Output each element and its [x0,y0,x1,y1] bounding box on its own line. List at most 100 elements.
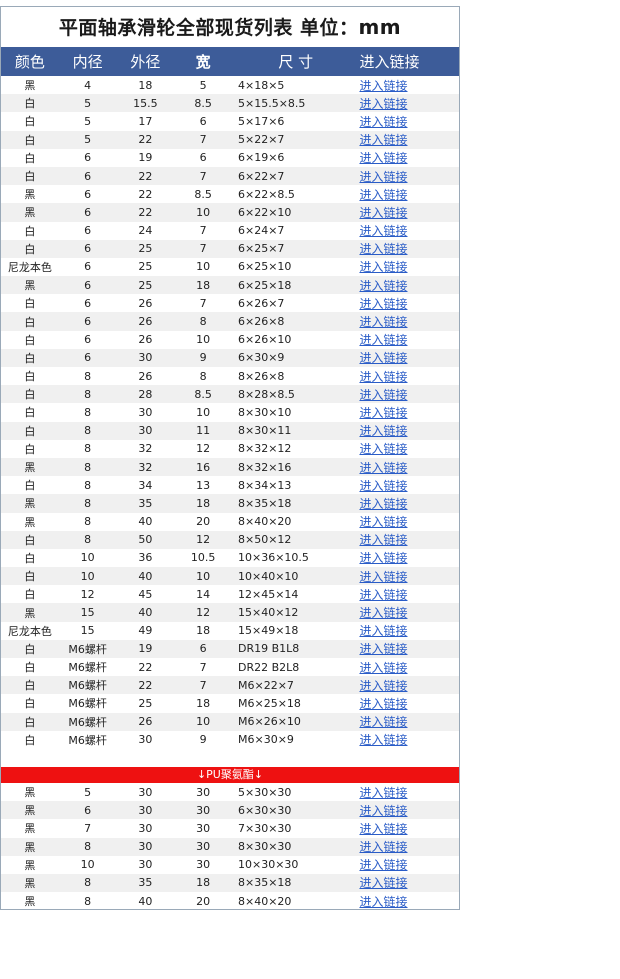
product-link[interactable]: 进入链接 [359,133,407,147]
product-link[interactable]: 进入链接 [359,804,407,818]
cell-width: 30 [196,821,211,835]
cell-width: 10.5 [190,551,216,565]
product-link[interactable]: 进入链接 [359,642,407,656]
table-row: 白 M6螺杆 19 6 DR19 B1L8 进入链接 [1,639,459,658]
cell-inner-diameter: 15 [80,606,95,620]
product-link[interactable]: 进入链接 [359,876,407,890]
product-link[interactable]: 进入链接 [359,679,407,693]
cell-inner-diameter: 8 [84,442,92,456]
cell-inner-diameter: 8 [84,405,92,419]
cell-outer-diameter: 22 [138,205,153,219]
table-row: 白 6 26 8 6×26×8 进入链接 [1,312,459,331]
cell-width: 18 [196,696,211,710]
product-link[interactable]: 进入链接 [359,333,407,347]
cell-color: 白 [24,642,36,656]
cell-link: 进入链接 [359,568,459,585]
product-link[interactable]: 进入链接 [359,115,407,129]
cell-link: 进入链接 [359,495,459,512]
table-row: 黑 6 22 10 6×22×10 进入链接 [1,203,459,222]
product-link[interactable]: 进入链接 [359,895,407,909]
product-link[interactable]: 进入链接 [359,224,407,238]
table-row: 白 5 17 6 5×17×6 进入链接 [1,112,459,130]
cell-color: 黑 [24,497,36,511]
cell-inner-diameter: 6 [84,205,92,219]
cell-link: 进入链接 [359,349,459,366]
table-row: 白 M6螺杆 30 9 M6×30×9 进入链接 [1,731,459,749]
cell-size: 12×45×14 [238,587,299,601]
header-width: 宽 [195,53,211,71]
product-link[interactable]: 进入链接 [359,786,407,800]
product-link[interactable]: 进入链接 [359,97,407,111]
product-link[interactable]: 进入链接 [359,151,407,165]
cell-color: 黑 [24,206,36,220]
product-link[interactable]: 进入链接 [359,297,407,311]
table-row: 黑 8 35 18 8×35×18 进入链接 [1,494,459,513]
product-link[interactable]: 进入链接 [359,733,407,747]
cell-outer-diameter: 28 [138,387,153,401]
cell-link: 进入链接 [359,204,459,221]
cell-inner-diameter: 5 [84,96,92,110]
product-link[interactable]: 进入链接 [359,822,407,836]
product-link[interactable]: 进入链接 [359,424,407,438]
table-row: 黑 6 25 18 6×25×18 进入链接 [1,276,459,295]
cell-outer-diameter: 22 [138,187,153,201]
product-link[interactable]: 进入链接 [359,461,407,475]
product-link[interactable]: 进入链接 [359,497,407,511]
cell-width: 30 [196,840,211,854]
cell-width: 7 [199,678,207,692]
product-link[interactable]: 进入链接 [359,279,407,293]
product-link[interactable]: 进入链接 [359,551,407,565]
table-row: 白 5 15.5 8.5 5×15.5×8.5 进入链接 [1,94,459,113]
cell-link: 进入链接 [359,586,459,603]
cell-color: 白 [24,733,36,747]
product-link[interactable]: 进入链接 [359,840,407,854]
product-link[interactable]: 进入链接 [359,315,407,329]
product-link[interactable]: 进入链接 [359,606,407,620]
cell-inner-diameter: M6螺杆 [68,642,107,656]
cell-width: 13 [196,478,211,492]
product-link[interactable]: 进入链接 [359,588,407,602]
product-link[interactable]: 进入链接 [359,442,407,456]
product-link[interactable]: 进入链接 [359,570,407,584]
cell-outer-diameter: 40 [138,515,153,529]
product-link[interactable]: 进入链接 [359,370,407,384]
cell-inner-diameter: 6 [84,224,92,238]
cell-outer-diameter: 26 [138,715,153,729]
cell-width: 11 [196,424,211,438]
cell-size: 8×35×18 [238,876,292,890]
product-link[interactable]: 进入链接 [359,533,407,547]
product-link[interactable]: 进入链接 [359,188,407,202]
cell-color: 白 [24,333,36,347]
cell-width: 30 [196,858,211,872]
cell-inner-diameter: 4 [84,78,92,92]
table-row: 白 6 25 7 6×25×7 进入链接 [1,239,459,258]
cell-inner-diameter: 8 [84,894,92,908]
cell-color: 尼龙本色 [7,260,52,274]
cell-width: 20 [196,515,211,529]
product-link[interactable]: 进入链接 [359,661,407,675]
cell-inner-diameter: 5 [84,785,92,799]
product-link[interactable]: 进入链接 [359,624,407,638]
cell-inner-diameter: 6 [84,296,92,310]
product-link[interactable]: 进入链接 [359,242,407,256]
cell-outer-diameter: 17 [138,114,153,128]
product-link[interactable]: 进入链接 [359,351,407,365]
cell-color: 黑 [24,822,36,836]
cell-size: DR19 B1L8 [238,642,300,656]
product-link[interactable]: 进入链接 [359,79,407,93]
product-link[interactable]: 进入链接 [359,206,407,220]
product-link[interactable]: 进入链接 [359,260,407,274]
product-link[interactable]: 进入链接 [359,406,407,420]
product-link[interactable]: 进入链接 [359,388,407,402]
cell-inner-diameter: 15 [80,624,95,638]
cell-size: M6×22×7 [238,678,294,692]
cell-width: 10 [196,205,211,219]
product-link[interactable]: 进入链接 [359,479,407,493]
product-link[interactable]: 进入链接 [359,515,407,529]
product-link[interactable]: 进入链接 [359,715,407,729]
product-link[interactable]: 进入链接 [359,697,407,711]
table-row: 黑 5 30 30 5×30×30 进入链接 [1,783,459,801]
product-link[interactable]: 进入链接 [359,170,407,184]
product-link[interactable]: 进入链接 [359,858,407,872]
cell-color: 白 [24,679,36,693]
